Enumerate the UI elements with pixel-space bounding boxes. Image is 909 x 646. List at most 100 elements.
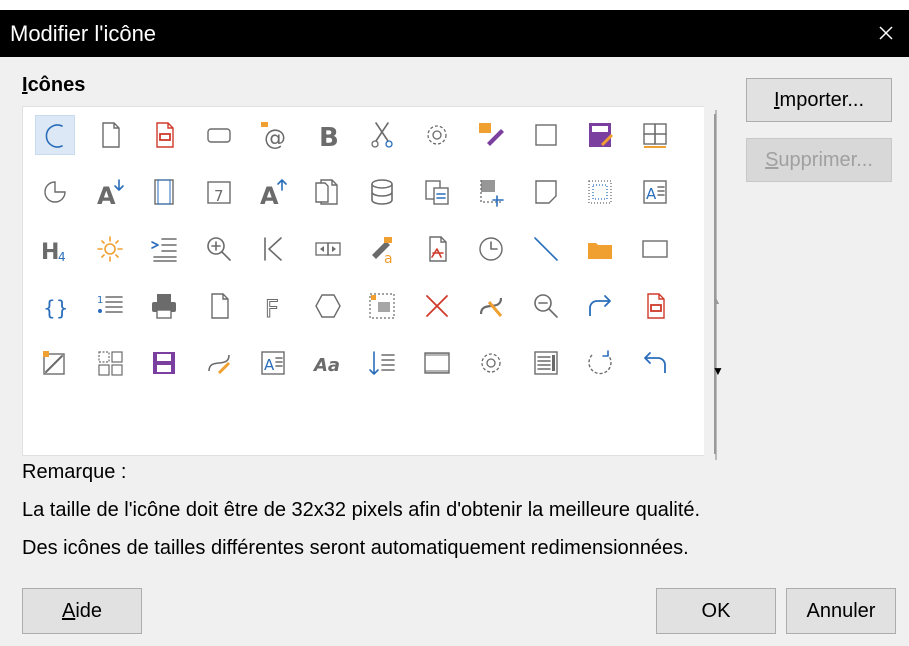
- image-crop-icon: [480, 180, 504, 207]
- pages-icon: [314, 179, 338, 205]
- icon-cell[interactable]: [580, 229, 620, 269]
- icon-cell[interactable]: a: [362, 229, 402, 269]
- icon-cell[interactable]: [308, 286, 348, 326]
- table-icon: [642, 123, 667, 148]
- icon-cell[interactable]: [471, 115, 511, 155]
- icon-cell[interactable]: [526, 115, 566, 155]
- icon-cell[interactable]: [253, 229, 293, 269]
- icon-cell[interactable]: [362, 172, 402, 212]
- svg-text:4: 4: [58, 250, 66, 264]
- import-label: mporter...: [779, 89, 865, 111]
- close-icon[interactable]: [871, 18, 901, 48]
- icon-cell[interactable]: [199, 229, 239, 269]
- icon-cell[interactable]: 1: [90, 286, 130, 326]
- scroll-thumb[interactable]: [708, 106, 724, 456]
- svg-text:7: 7: [214, 187, 224, 205]
- help-hotkey: A: [61, 600, 76, 622]
- delete-label: upprimer...: [778, 149, 873, 171]
- change-icon-dialog: Modifier l'icône Icônes @ B A 7 A A H 4 a {} 1 F A Aa…: [0, 10, 909, 646]
- icon-cell[interactable]: A: [635, 172, 675, 212]
- icon-cell[interactable]: [580, 343, 620, 383]
- document-icon: [101, 122, 120, 148]
- scroll-down-arrow-icon[interactable]: ▼: [712, 364, 724, 378]
- dialog-title: Modifier l'icône: [10, 21, 157, 46]
- icon-cell[interactable]: [417, 286, 457, 326]
- vertical-scrollbar[interactable]: ▲ ▼: [704, 106, 730, 462]
- icon-cell[interactable]: [580, 115, 620, 155]
- icon-cell[interactable]: [35, 115, 75, 155]
- icon-cell[interactable]: [635, 115, 675, 155]
- icon-cell[interactable]: [417, 229, 457, 269]
- icon-cell[interactable]: [362, 343, 402, 383]
- icon-cell[interactable]: [199, 286, 239, 326]
- icon-cell[interactable]: H4: [35, 229, 75, 269]
- icon-cell[interactable]: [362, 115, 402, 155]
- icon-cell[interactable]: [35, 343, 75, 383]
- icon-cell[interactable]: B: [308, 115, 348, 155]
- icon-cell[interactable]: [35, 172, 75, 212]
- square-icon: [534, 124, 557, 146]
- icon-cell[interactable]: [308, 229, 348, 269]
- icon-cell[interactable]: [144, 286, 184, 326]
- icon-cell[interactable]: [417, 172, 457, 212]
- scroll-up-arrow-icon[interactable]: ▲: [712, 296, 721, 306]
- icon-cell[interactable]: A: [90, 172, 130, 212]
- icon-cell[interactable]: [635, 229, 675, 269]
- icon-cell[interactable]: A: [253, 172, 293, 212]
- ok-button[interactable]: OK: [656, 588, 776, 634]
- pie-icon: [44, 181, 66, 203]
- icon-cell[interactable]: [144, 115, 184, 155]
- icon-cell[interactable]: [471, 229, 511, 269]
- heading4-icon: H4: [41, 240, 66, 265]
- icon-cell[interactable]: [362, 286, 402, 326]
- icon-cell[interactable]: [144, 229, 184, 269]
- clock-icon: [479, 237, 503, 261]
- icon-cell[interactable]: [635, 343, 675, 383]
- delete-button[interactable]: Supprimer...: [746, 138, 892, 182]
- svg-text:1: 1: [97, 295, 103, 306]
- delete-hotkey: S: [765, 149, 779, 171]
- save-icon: [153, 352, 175, 374]
- icon-cell[interactable]: [308, 172, 348, 212]
- icon-cell[interactable]: [526, 286, 566, 326]
- rotate-icon: [588, 350, 612, 375]
- icon-cell[interactable]: [199, 115, 239, 155]
- font-f-icon: F: [265, 295, 280, 323]
- cancel-button[interactable]: Annuler: [786, 588, 896, 634]
- icon-cell[interactable]: A: [253, 343, 293, 383]
- icon-cell[interactable]: [635, 286, 675, 326]
- icon-cell[interactable]: {}: [35, 286, 75, 326]
- icon-cell[interactable]: [144, 343, 184, 383]
- icon-cell[interactable]: [90, 229, 130, 269]
- numbered-list-icon: 1: [97, 295, 123, 313]
- icon-cell[interactable]: [90, 115, 130, 155]
- icon-cell[interactable]: [526, 172, 566, 212]
- icon-cell[interactable]: [417, 343, 457, 383]
- field-doc-icon: [646, 293, 665, 319]
- icon-cell[interactable]: [199, 343, 239, 383]
- help-label: ide: [75, 600, 103, 622]
- icon-cell[interactable]: [144, 172, 184, 212]
- svg-text:H: H: [41, 240, 59, 265]
- svg-text:A: A: [260, 182, 279, 208]
- icon-cell[interactable]: [417, 115, 457, 155]
- icon-cell[interactable]: F: [253, 286, 293, 326]
- import-button[interactable]: Importer...: [746, 78, 892, 122]
- font-down-icon: A: [97, 179, 124, 208]
- icon-cell[interactable]: [90, 343, 130, 383]
- icon-cell[interactable]: [580, 286, 620, 326]
- icon-cell[interactable]: Aa: [308, 343, 348, 383]
- icon-cell[interactable]: [471, 343, 511, 383]
- icon-cell[interactable]: @: [253, 115, 293, 155]
- icon-cell[interactable]: [471, 172, 511, 212]
- icon-cell[interactable]: 7: [199, 172, 239, 212]
- icon-cell[interactable]: [471, 286, 511, 326]
- icon-cell[interactable]: [526, 229, 566, 269]
- icon-cell[interactable]: [580, 172, 620, 212]
- note-line-1: La taille de l'icône doit être de 32x32 …: [22, 499, 701, 521]
- autocorrect-icon: [479, 123, 504, 146]
- help-button[interactable]: Aide: [22, 588, 142, 634]
- hexagon-icon: [314, 294, 341, 318]
- svg-text:B: B: [319, 123, 339, 151]
- icon-cell[interactable]: [526, 343, 566, 383]
